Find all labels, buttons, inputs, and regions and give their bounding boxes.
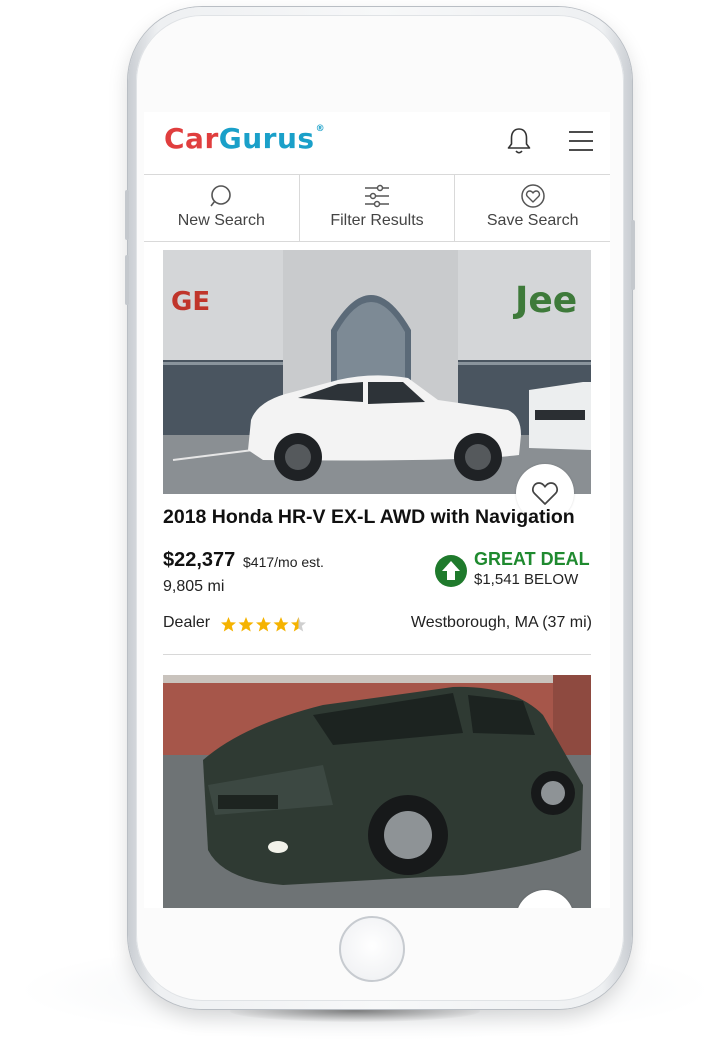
deal-below-amount: $1,541 BELOW <box>474 571 579 588</box>
search-toolbar: New Search Filter Results Save Search <box>144 174 610 242</box>
volume-button <box>125 190 129 240</box>
deal-arrow-icon <box>435 555 467 587</box>
listing-photo-white-suv[interactable]: GE Jee <box>163 250 591 494</box>
listing-photo-dark-suv[interactable] <box>163 675 591 908</box>
monthly-estimate: $417/mo est. <box>243 554 324 570</box>
star-icon <box>256 617 271 632</box>
cargurus-logo[interactable]: CarGurus® <box>164 122 325 155</box>
dealer-rating-stars <box>221 617 306 632</box>
logo-gurus-text: Gurus <box>218 122 315 155</box>
filter-results-label: Filter Results <box>330 212 424 229</box>
favorite-heart-icon <box>531 906 559 908</box>
star-icon <box>221 617 236 632</box>
listing-price: $22,377 <box>163 549 236 571</box>
listing-location: Westborough, MA (37 mi) <box>410 614 592 631</box>
seller-type: Dealer <box>163 614 211 631</box>
power-button <box>631 220 635 290</box>
listing-mileage: 9,805 mi <box>163 578 225 595</box>
registered-mark: ® <box>315 124 326 134</box>
home-button[interactable] <box>339 916 405 982</box>
favorite-heart-icon <box>532 482 558 505</box>
new-search-label: New Search <box>177 212 265 229</box>
star-icon <box>273 617 289 632</box>
app-header: CarGurus® <box>144 112 610 174</box>
bell-icon[interactable] <box>506 126 532 156</box>
new-search-button[interactable]: New Search <box>144 175 300 241</box>
filter-results-button[interactable]: Filter Results <box>300 175 456 241</box>
deal-rating-label: GREAT DEAL <box>474 549 590 569</box>
volume-button <box>125 255 129 305</box>
star-icon <box>291 617 306 632</box>
listing-divider <box>163 654 591 655</box>
app-screen: CarGurus® New Search Filter Results Save… <box>144 112 610 908</box>
filter-icon <box>365 184 389 208</box>
logo-car-text: Car <box>164 122 219 155</box>
star-icon <box>238 617 254 632</box>
save-search-button[interactable]: Save Search <box>455 175 610 241</box>
svg-text:GE: GE <box>171 287 210 317</box>
listing-title[interactable]: 2018 Honda HR-V EX-L AWD with Navigation <box>163 506 575 529</box>
save-heart-icon <box>520 184 545 208</box>
menu-icon[interactable] <box>568 130 594 152</box>
search-icon <box>210 185 232 207</box>
svg-text:Jee: Jee <box>512 280 577 321</box>
save-search-label: Save Search <box>486 212 579 229</box>
